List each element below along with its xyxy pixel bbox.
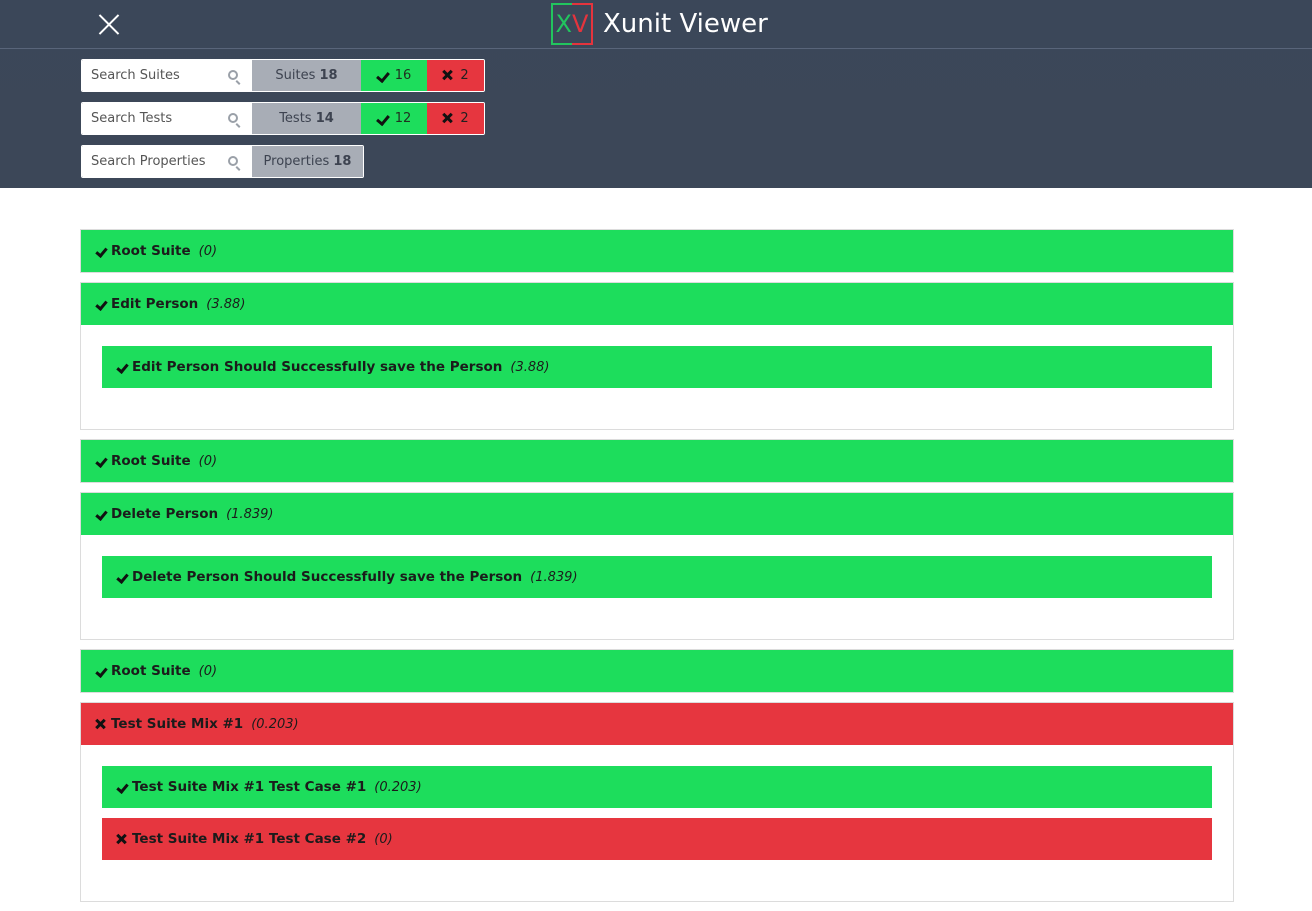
suite-header[interactable]: Root Suite (0)	[81, 440, 1233, 482]
close-icon[interactable]	[93, 8, 125, 40]
search-icon	[228, 156, 238, 166]
suite-header[interactable]: Root Suite (0)	[81, 230, 1233, 272]
test-case[interactable]: Delete Person Should Successfully save t…	[102, 556, 1212, 598]
search-properties-input[interactable]	[82, 146, 252, 177]
suite-name: Root Suite	[111, 663, 191, 679]
search-suites-box	[82, 60, 252, 91]
suite-header[interactable]: Root Suite (0)	[81, 650, 1233, 692]
properties-count: 18	[333, 154, 352, 169]
tests-count: 14	[315, 111, 334, 126]
tests-filter: Tests 14 12 2	[81, 102, 485, 135]
search-tests-box	[82, 103, 252, 134]
cross-icon	[442, 70, 452, 80]
search-properties-box	[82, 146, 252, 177]
suites-failed-count: 2	[460, 68, 469, 83]
suite-name: Edit Person	[111, 296, 199, 312]
test-time: (1.839)	[530, 570, 578, 585]
test-name: Test Suite Mix #1 Test Case #1	[132, 779, 367, 795]
suite-list: Root Suite (0) Edit Person (3.88) Edit Perso…	[80, 229, 1234, 911]
check-icon	[377, 113, 389, 123]
suite-time: (0.203)	[251, 717, 299, 732]
suite-name: Test Suite Mix #1	[111, 716, 244, 732]
tests-count-button[interactable]: Tests 14	[252, 103, 361, 134]
suite: Test Suite Mix #1 (0.203) Test Suite Mix #…	[80, 702, 1234, 902]
suite: Root Suite (0)	[80, 439, 1234, 483]
test-time: (3.88)	[510, 360, 550, 375]
app-title: Xunit Viewer	[603, 9, 768, 39]
suite: Root Suite (0)	[80, 229, 1234, 273]
header: X V Xunit Viewer Suites 18 16 2 Tests 14	[0, 0, 1312, 188]
suite-name: Delete Person	[111, 506, 219, 522]
suite: Edit Person (3.88) Edit Person Should Succ…	[80, 282, 1234, 430]
test-time: (0)	[374, 832, 393, 847]
check-icon	[377, 70, 389, 80]
check-icon	[95, 666, 107, 676]
suite-body: Delete Person Should Successfully save t…	[81, 535, 1233, 639]
suite-time: (3.88)	[206, 297, 246, 312]
properties-count-button[interactable]: Properties 18	[252, 146, 363, 177]
top-bar: X V Xunit Viewer	[0, 0, 1312, 49]
check-icon	[116, 782, 128, 792]
tests-failed-count: 2	[460, 111, 469, 126]
test-name: Edit Person Should Successfully save the…	[132, 359, 503, 375]
suites-filter: Suites 18 16 2	[81, 59, 485, 92]
suite-name: Root Suite	[111, 243, 191, 259]
suites-count-button[interactable]: Suites 18	[252, 60, 361, 91]
tests-label: Tests	[279, 111, 312, 126]
tests-passed-button[interactable]: 12	[361, 103, 427, 134]
search-icon	[228, 113, 238, 123]
check-icon	[95, 456, 107, 466]
suite: Root Suite (0)	[80, 649, 1234, 693]
suite-time: (1.839)	[226, 507, 274, 522]
tests-failed-button[interactable]: 2	[427, 103, 484, 134]
suites-passed-count: 16	[394, 68, 412, 83]
suite-body: Test Suite Mix #1 Test Case #1 (0.203) Tes…	[81, 745, 1233, 901]
search-suites-input[interactable]	[82, 60, 252, 91]
search-tests-input[interactable]	[82, 103, 252, 134]
test-case[interactable]: Edit Person Should Successfully save the…	[102, 346, 1212, 388]
check-icon	[95, 299, 107, 309]
suite-time: (0)	[198, 454, 218, 469]
suite-header[interactable]: Edit Person (3.88)	[81, 283, 1233, 325]
suite-time: (0)	[198, 244, 218, 259]
cross-icon	[116, 834, 128, 844]
test-case[interactable]: Test Suite Mix #1 Test Case #1 (0.203)	[102, 766, 1212, 808]
check-icon	[116, 572, 128, 582]
suite-header[interactable]: Delete Person (1.839)	[81, 493, 1233, 535]
cross-icon	[95, 719, 107, 729]
properties-label: Properties	[263, 154, 330, 169]
suites-count: 18	[319, 68, 338, 83]
search-icon	[228, 70, 238, 80]
suite: Delete Person (1.839) Delete Person Should…	[80, 492, 1234, 640]
suite-header[interactable]: Test Suite Mix #1 (0.203)	[81, 703, 1233, 745]
test-time: (0.203)	[374, 780, 422, 795]
app-logo: X V	[551, 3, 593, 45]
suites-passed-button[interactable]: 16	[361, 60, 427, 91]
suite-body: Edit Person Should Successfully save the…	[81, 325, 1233, 429]
check-icon	[116, 362, 128, 372]
logo-v: V	[572, 3, 593, 45]
properties-filter: Properties 18	[81, 145, 364, 178]
cross-icon	[442, 113, 452, 123]
check-icon	[95, 509, 107, 519]
tests-passed-count: 12	[394, 111, 412, 126]
suites-label: Suites	[275, 68, 316, 83]
test-name: Test Suite Mix #1 Test Case #2	[132, 831, 367, 847]
logo-x: X	[551, 3, 572, 45]
test-name: Delete Person Should Successfully save t…	[132, 569, 523, 585]
test-case[interactable]: Test Suite Mix #1 Test Case #2 (0)	[102, 818, 1212, 860]
suites-failed-button[interactable]: 2	[427, 60, 484, 91]
check-icon	[95, 246, 107, 256]
suite-time: (0)	[198, 664, 218, 679]
suite-name: Root Suite	[111, 453, 191, 469]
